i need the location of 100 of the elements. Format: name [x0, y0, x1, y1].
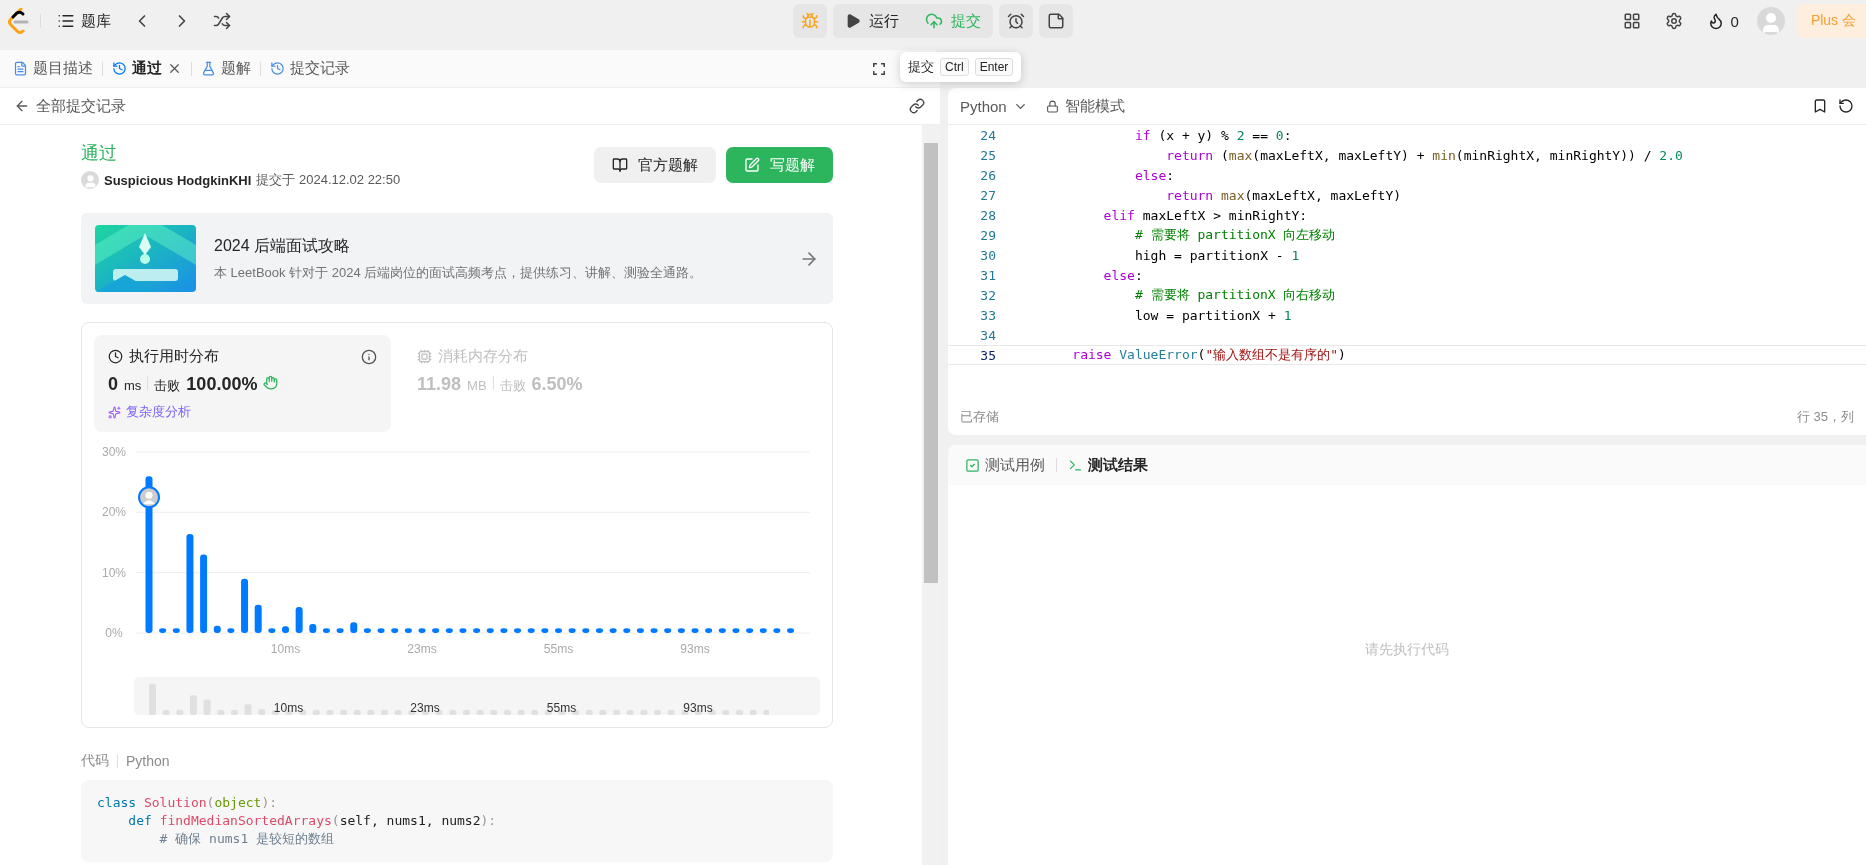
cursor-position: 行 35，列: [1796, 408, 1854, 426]
note-icon: [1047, 12, 1065, 30]
complexity-link[interactable]: 复杂度分析: [126, 403, 191, 421]
bar: [363, 628, 371, 633]
panel-tab[interactable]: 提交记录: [265, 56, 355, 81]
language-label: Python: [126, 753, 170, 769]
bar: [582, 628, 590, 633]
alarm-button[interactable]: [999, 4, 1033, 38]
result-tab[interactable]: 测试结果: [1063, 452, 1153, 478]
bar: [172, 628, 180, 633]
user-name[interactable]: Suspicious HodgkinKHI: [104, 172, 252, 188]
bar: [227, 628, 235, 633]
scrollbar[interactable]: [922, 125, 940, 865]
stat-title: 执行用时分布: [129, 347, 219, 366]
clock-icon: [108, 349, 123, 364]
flask-icon: [201, 61, 216, 76]
line-number: 30: [979, 247, 997, 263]
axis-label: 0%: [105, 626, 123, 640]
bar: [568, 628, 576, 633]
leetbook-banner[interactable]: 2024 后端面试攻略 本 LeetBook 针对于 2024 后端岗位的面试高频考点，提供练习、讲解、测验全通路。: [81, 213, 833, 304]
line-number: 24: [979, 127, 997, 143]
code-line: else:: [1102, 267, 1143, 283]
solution-button[interactable]: 官方题解: [594, 147, 716, 183]
result-tab[interactable]: 测试用例: [960, 452, 1050, 478]
code-line: # 需要将 partitionX 向左移动: [1133, 226, 1336, 244]
code-line: elif maxLeftX > minRightY:: [1102, 207, 1308, 223]
bookmark-icon[interactable]: [1812, 98, 1828, 114]
line-number: 26: [979, 167, 997, 183]
line-number: 28: [979, 207, 997, 223]
line-number: 32: [979, 287, 997, 303]
overview-label: 55ms: [546, 701, 577, 715]
panel-tab[interactable]: 题目描述: [8, 56, 98, 81]
panel-tab[interactable]: 题解: [196, 56, 256, 81]
reset-icon[interactable]: [1838, 98, 1854, 114]
stat-panel[interactable]: 执行用时分布 0 ms 击败 100.00% 复杂度分析: [94, 335, 391, 432]
problem-list-button[interactable]: 题库: [51, 7, 117, 35]
bar: [377, 628, 385, 633]
beats-value: 100.00%: [186, 374, 258, 395]
bar: [759, 628, 767, 633]
bar: [213, 625, 221, 633]
language-select[interactable]: Python: [960, 97, 1028, 115]
lock-icon: [1045, 99, 1059, 113]
bar: [746, 628, 754, 633]
stat-value: 0: [108, 374, 118, 395]
overview-label: 10ms: [273, 701, 304, 715]
bar: [418, 628, 426, 633]
avatar-marker-icon: [138, 486, 160, 509]
code-line: def findMedianSortedArrays(self, nums1, nums2):: [127, 812, 498, 830]
beats-label: 击败: [499, 377, 526, 395]
sparkle-icon: [108, 405, 121, 419]
axis-label: 23ms: [407, 642, 437, 656]
key-label: Enter: [974, 58, 1014, 76]
list-icon: [57, 12, 75, 30]
code-line: low = partitionX + 1: [1133, 307, 1292, 323]
line-number: 33: [979, 307, 997, 323]
panel-tab[interactable]: 通过: [107, 56, 187, 81]
bar: [432, 628, 440, 633]
expand-icon: [873, 62, 885, 75]
user-avatar-icon: [81, 171, 99, 189]
beats-label: 击败: [154, 377, 181, 395]
code-label: 代码: [81, 752, 109, 770]
axis-label: 10ms: [270, 642, 301, 656]
line-number: 27: [979, 187, 997, 203]
bar: [159, 628, 167, 633]
range-overview[interactable]: 10ms 23ms 55ms 93ms: [134, 677, 820, 715]
note-button[interactable]: [1039, 4, 1073, 38]
terminal-icon: [1068, 457, 1083, 473]
streak-button[interactable]: 0: [1700, 8, 1745, 34]
line-number: 31: [979, 267, 997, 283]
play-icon: [845, 13, 861, 29]
grid-icon: [1622, 12, 1641, 30]
banner-title: 2024 后端面试攻略: [214, 235, 352, 256]
bar: [404, 628, 412, 633]
code-line: class Solution(object):: [97, 794, 279, 812]
code-line: # 需要将 partitionX 向右移动: [1133, 286, 1336, 304]
mode-label[interactable]: 智能模式: [1064, 96, 1125, 116]
link-icon: [909, 98, 925, 114]
bar: [350, 622, 358, 633]
axis-label: 93ms: [680, 642, 710, 656]
empty-message: 请先执行代码: [1365, 641, 1449, 659]
alarm-clock-icon: [1007, 12, 1025, 30]
stat-unit: MB: [467, 378, 487, 393]
back-link[interactable]: 全部提交记录: [8, 92, 132, 120]
overview-label: 93ms: [683, 701, 713, 715]
code-line: raise ValueError("输入数组不是有序的"): [1071, 346, 1346, 364]
save-status: 已存储: [960, 408, 999, 426]
code-line: if (x + y) % 2 == 0:: [1133, 127, 1292, 143]
submit-time: 提交于 2024.12.02 22:50: [256, 171, 401, 189]
clap-icon: [263, 375, 279, 390]
bar: [473, 628, 481, 633]
history-icon: [112, 61, 127, 76]
bar: [773, 628, 781, 633]
axis-label: 20%: [102, 505, 126, 520]
bar: [677, 628, 685, 633]
overview-label: 23ms: [410, 701, 440, 715]
bar: [514, 628, 522, 633]
settings-icon: [1664, 12, 1683, 30]
bar: [459, 628, 467, 633]
logo-icon[interactable]: [8, 8, 30, 34]
tooltip-text: 提交: [908, 58, 934, 76]
